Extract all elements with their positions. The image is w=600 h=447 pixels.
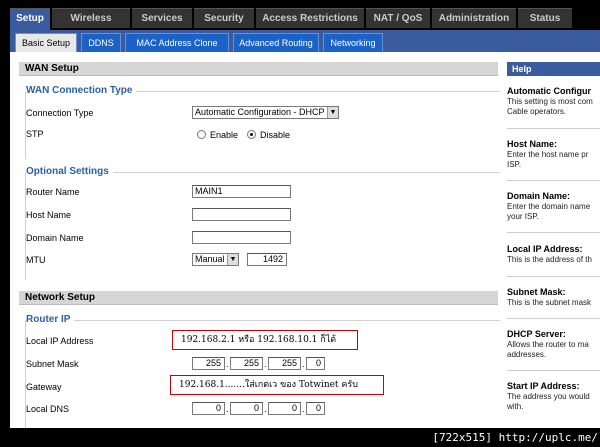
tab-setup[interactable]: Setup [10,8,50,30]
help-item-title: Domain Name: [507,191,571,201]
chevron-down-icon: ▼ [227,254,238,265]
subtab-ddns[interactable]: DDNS [81,33,121,52]
help-item: Domain Name: Enter the domain name your … [507,190,600,222]
help-item-title: Start IP Address: [507,381,580,391]
domain-name-label: Domain Name [26,233,84,243]
divider [507,318,600,319]
tab-security[interactable]: Security [194,8,254,28]
tab-nat-qos[interactable]: NAT / QoS [366,8,430,28]
subnet-octet-4[interactable]: 0 [306,357,325,370]
local-ip-note: 192.168.2.1 หรือ 192.168.10.1 ก็ได้ [172,330,358,350]
gateway-label: Gateway [26,382,62,392]
help-item-desc: Enter the host name pr [507,150,589,159]
tab-wireless[interactable]: Wireless [52,8,130,28]
dns-octet-3[interactable]: 0 [268,402,301,415]
chevron-down-icon: ▼ [327,107,338,118]
subtab-networking[interactable]: Networking [323,33,383,52]
subnet-mask-label: Subnet Mask [26,359,79,369]
divider [507,128,600,129]
stp-enable-radio[interactable] [197,130,206,139]
help-item-desc: The address you would [507,392,590,401]
tab-access-restrictions[interactable]: Access Restrictions [256,8,364,28]
help-item: Start IP Address: The address you would … [507,380,600,412]
dot-separator: . [226,359,229,369]
help-item-title: Subnet Mask: [507,287,566,297]
mtu-label: MTU [26,255,46,265]
help-item-desc: This is the subnet mask [507,298,592,307]
main-panel: WAN Setup WAN Connection Type Connection… [10,52,500,428]
tab-administration[interactable]: Administration [432,8,516,28]
help-item: Host Name: Enter the host name pr ISP. [507,138,600,170]
help-item-desc: Allows the router to ma [507,340,589,349]
mtu-mode-select[interactable]: Manual ▼ [192,253,239,266]
divider [507,180,600,181]
wan-connection-title: WAN Connection Type [26,85,137,97]
local-ip-label: Local IP Address [26,336,94,346]
help-item-desc: your ISP. [507,212,539,221]
help-panel: Help Automatic Configur This setting is … [500,52,600,428]
tab-status[interactable]: Status [518,8,572,28]
dot-separator: . [226,404,229,414]
sub-tab-bar: Basic Setup DDNS MAC Address Clone Advan… [10,30,600,52]
help-item-desc: Enter the domain name [507,202,591,211]
stp-disable-label: Disable [260,130,291,140]
wan-setup-header: WAN Setup [19,62,498,76]
dns-octet-4[interactable]: 0 [306,402,325,415]
subtab-advanced-routing[interactable]: Advanced Routing [233,33,319,52]
help-item-desc: addresses. [507,350,547,359]
dns-octet-1[interactable]: 0 [192,402,225,415]
dot-separator: . [302,359,305,369]
help-item-title: Host Name: [507,139,558,149]
router-ip-title: Router IP [26,314,75,326]
subnet-octet-3[interactable]: 255 [268,357,301,370]
local-dns-label: Local DNS [26,404,70,414]
stp-disable-radio[interactable] [247,130,256,139]
help-item: DHCP Server: Allows the router to ma add… [507,328,600,360]
watermark-text: [722x515] http://uplc.me/ [432,431,598,444]
help-item-title: Automatic Configur [507,86,591,96]
help-item-desc: This setting is most com [507,97,593,106]
tab-services[interactable]: Services [132,8,192,28]
host-name-label: Host Name [26,210,72,220]
help-item: Subnet Mask: This is the subnet mask [507,286,600,308]
divider [507,232,600,233]
help-title: Help [507,62,600,76]
dns-octet-2[interactable]: 0 [230,402,263,415]
help-item-title: Local IP Address: [507,244,583,254]
help-item-desc: This is the address of th [507,255,592,264]
divider [507,370,600,371]
stp-label: STP [26,129,44,139]
mtu-mode-value: Manual [195,254,225,264]
router-admin-screen: Setup Wireless Services Security Access … [0,0,600,447]
connection-type-select[interactable]: Automatic Configuration - DHCP ▼ [192,106,339,119]
subtab-basic-setup[interactable]: Basic Setup [15,33,77,52]
subnet-octet-1[interactable]: 255 [192,357,225,370]
dot-separator: . [302,404,305,414]
dot-separator: . [264,359,267,369]
help-item-title: DHCP Server: [507,329,566,339]
subtab-mac-address-clone[interactable]: MAC Address Clone [125,33,229,52]
host-name-input[interactable] [192,208,291,221]
help-item-desc: Cable operators. [507,107,567,116]
stp-enable-label: Enable [210,130,239,140]
help-item: Local IP Address: This is the address of… [507,243,600,265]
router-name-input[interactable]: MAIN1 [192,185,291,198]
gateway-note: 192.168.1.......ใส่เกตเว ของ Totwinet คร… [170,375,384,395]
network-setup-header: Network Setup [19,291,498,305]
wan-connection-group [25,91,500,159]
help-item: Automatic Configur This setting is most … [507,85,600,117]
domain-name-input[interactable] [192,231,291,244]
subnet-octet-2[interactable]: 255 [230,357,263,370]
optional-settings-title: Optional Settings [26,166,113,178]
connection-type-value: Automatic Configuration - DHCP [195,107,325,117]
router-name-label: Router Name [26,187,80,197]
dot-separator: . [264,404,267,414]
mtu-value-input[interactable]: 1492 [247,253,287,266]
help-item-desc: with. [507,402,524,411]
help-item-desc: ISP. [507,160,522,169]
divider [507,276,600,277]
connection-type-label: Connection Type [26,108,94,118]
